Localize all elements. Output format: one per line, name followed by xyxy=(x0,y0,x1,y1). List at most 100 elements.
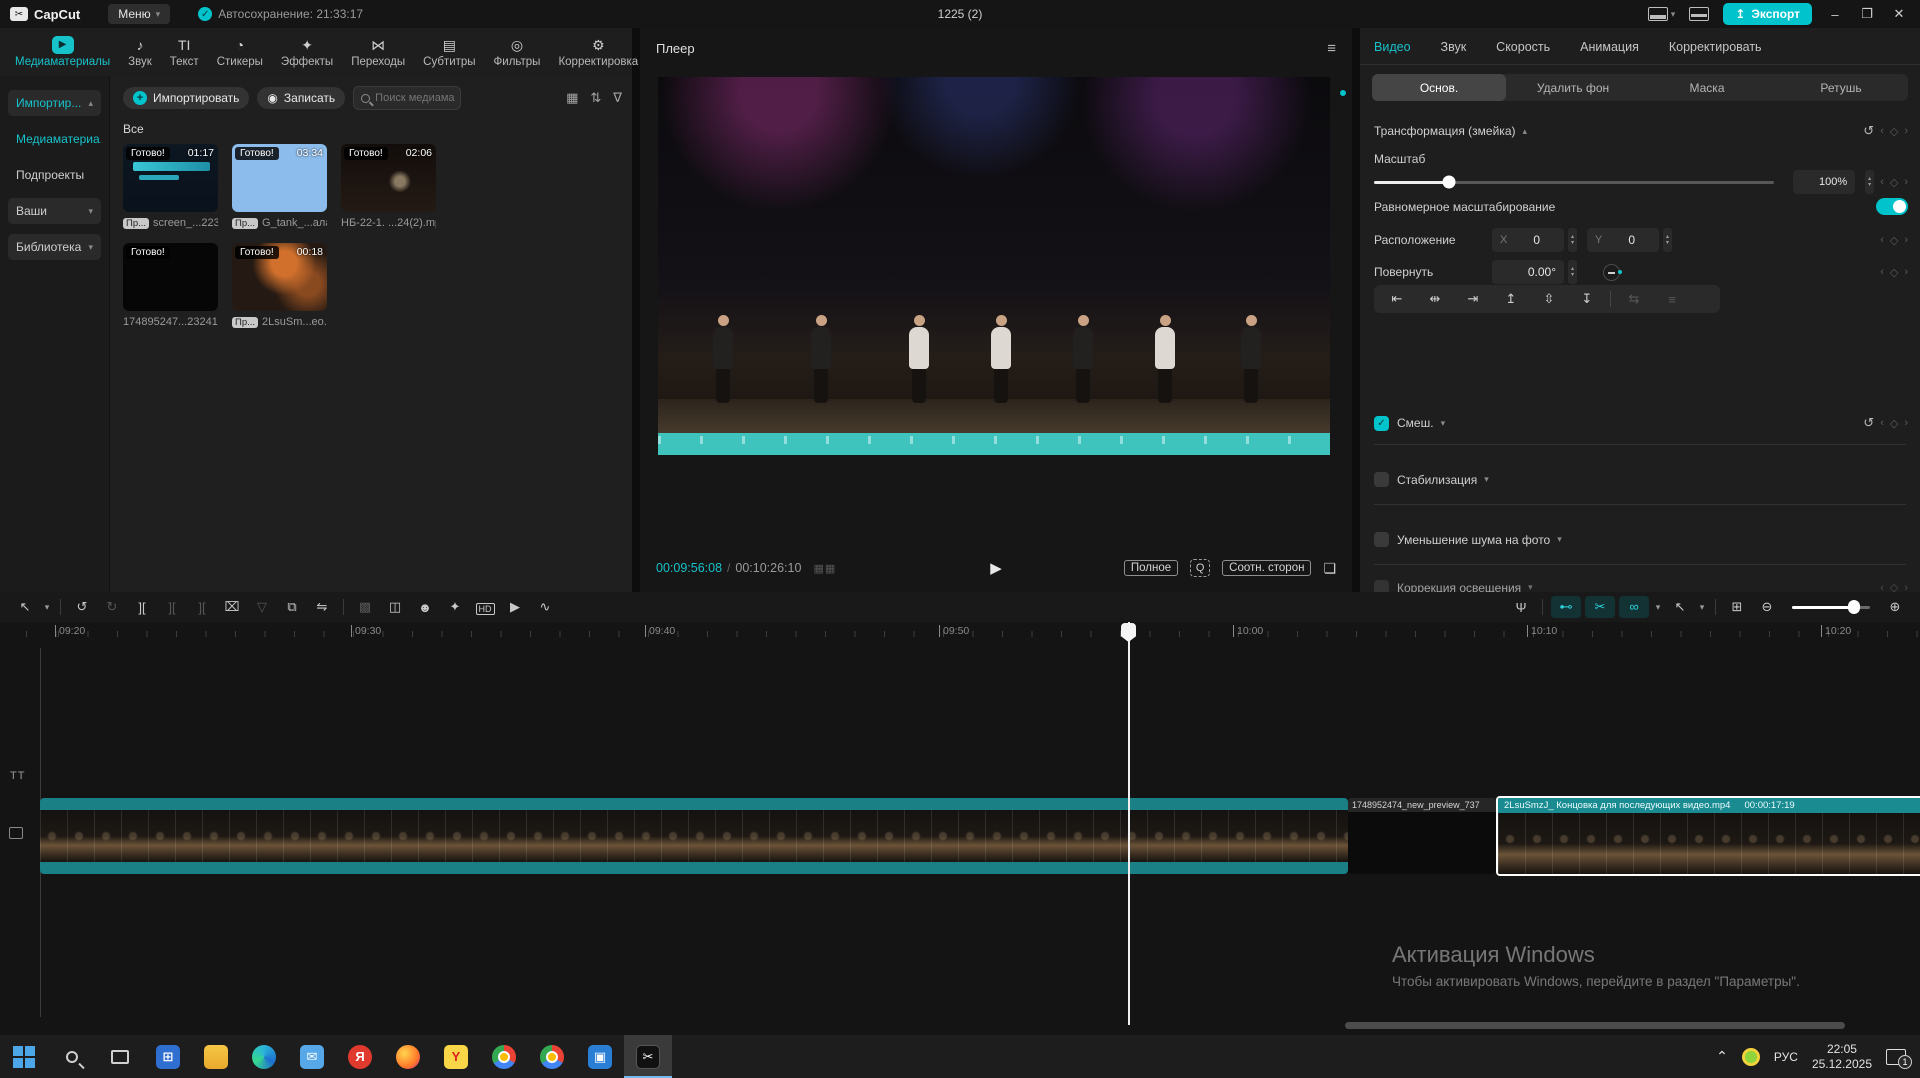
delete-icon[interactable]: ⌧ xyxy=(217,599,247,615)
compact-layout-icon[interactable] xyxy=(1689,7,1709,21)
stabilize-checkbox[interactable] xyxy=(1374,472,1389,487)
sidebar-item-library[interactable]: Библиотека ▾ xyxy=(8,234,101,260)
rotate-stepper[interactable]: ▴▾ xyxy=(1568,260,1577,284)
position-y-stepper[interactable]: ▴▾ xyxy=(1663,228,1672,252)
keyframe-prev-icon[interactable]: ‹ xyxy=(1880,176,1884,188)
keyframe-icon[interactable]: ◇ xyxy=(1890,417,1898,430)
frames-grid-icon[interactable]: ▦▦ xyxy=(813,562,836,575)
keyframe-next-icon[interactable]: › xyxy=(1904,582,1908,593)
media-item[interactable]: Готово! 03:34 Пр... G_tank_...ала.mp4 xyxy=(232,144,327,229)
props-tab-animation[interactable]: Анимация xyxy=(1580,40,1639,54)
import-button[interactable]: + Импортировать xyxy=(123,87,249,109)
taskbar-app-capcut[interactable]: ✂ xyxy=(624,1035,672,1078)
timeline-preview-icon[interactable]: ⊞ xyxy=(1722,599,1752,615)
crop-icon[interactable]: ⧉ xyxy=(277,599,307,615)
taskbar-app-yandex-music[interactable]: Y xyxy=(432,1035,480,1078)
taskbar-app-browser[interactable] xyxy=(480,1035,528,1078)
link-clips-icon[interactable]: ∞ xyxy=(1619,596,1649,618)
preview-zoom-icon[interactable]: Q xyxy=(1190,559,1210,577)
close-button[interactable]: ✕ xyxy=(1890,6,1908,22)
subtab-remove-bg[interactable]: Удалить фон xyxy=(1506,74,1640,101)
portrait-enhance-icon[interactable]: ☻ xyxy=(410,600,440,615)
media-thumbnail[interactable]: Готово! xyxy=(123,243,218,311)
scale-slider-knob[interactable] xyxy=(1443,176,1456,189)
media-search[interactable] xyxy=(353,86,461,110)
quality-selector[interactable]: Полное xyxy=(1124,560,1178,576)
clock[interactable]: 22:05 25.12.2025 xyxy=(1812,1042,1872,1072)
align-center-horizontal-icon[interactable]: ⇹ xyxy=(1418,291,1452,307)
start-button[interactable] xyxy=(0,1035,48,1078)
chevron-down-icon[interactable]: ▾ xyxy=(1651,602,1665,613)
transition-tool-icon[interactable]: ◫ xyxy=(380,599,410,615)
keyframe-prev-icon[interactable]: ‹ xyxy=(1880,125,1884,137)
tab-effects[interactable]: ✦ Эффекты xyxy=(274,36,340,68)
keyframe-icon[interactable]: ◇ xyxy=(1890,234,1898,247)
sidebar-item-import[interactable]: Импортир... ▴ xyxy=(8,90,101,116)
tab-adjust[interactable]: ⚙ Корректировка xyxy=(551,36,645,68)
taskbar-app-yandex[interactable]: Я xyxy=(336,1035,384,1078)
media-item[interactable]: Готово! 01:17 Пр... screen_...223.mp4 xyxy=(123,144,218,229)
keyframe-icon[interactable]: ◇ xyxy=(1890,176,1898,189)
taskbar-app-mail[interactable]: ✉ xyxy=(288,1035,336,1078)
keyframe-icon[interactable]: ◇ xyxy=(1890,266,1898,279)
player-menu-icon[interactable]: ≡ xyxy=(1327,40,1336,57)
chevron-up-icon[interactable]: ▴ xyxy=(1523,126,1528,137)
tab-filters[interactable]: ◎ Фильтры xyxy=(487,36,548,68)
keyframe-prev-icon[interactable]: ‹ xyxy=(1880,266,1884,278)
grid-view-icon[interactable]: ▦ xyxy=(566,90,578,106)
chevron-down-icon[interactable]: ▾ xyxy=(1441,418,1446,429)
fullscreen-icon[interactable]: ❏ xyxy=(1323,560,1336,577)
record-button[interactable]: ◉ Записать xyxy=(257,87,345,109)
subtab-mask[interactable]: Маска xyxy=(1640,74,1774,101)
props-tab-adjust[interactable]: Корректировать xyxy=(1669,40,1762,54)
taskbar-app-firefox[interactable] xyxy=(384,1035,432,1078)
timeline-zoom-slider[interactable] xyxy=(1792,606,1870,609)
ratio-selector[interactable]: Соотн. сторон xyxy=(1222,560,1311,576)
reset-icon[interactable]: ↺ xyxy=(1863,123,1874,139)
taskbar-app-edge[interactable] xyxy=(240,1035,288,1078)
filter-icon[interactable]: ∇ xyxy=(613,90,622,106)
subtab-retouch[interactable]: Ретушь xyxy=(1774,74,1908,101)
split-icon[interactable]: ][ xyxy=(127,600,157,615)
zoom-out-icon[interactable]: ⊖ xyxy=(1752,599,1782,615)
keyframe-next-icon[interactable]: › xyxy=(1904,417,1908,429)
chevron-down-icon[interactable]: ▾ xyxy=(1695,602,1709,613)
taskbar-search[interactable] xyxy=(48,1035,96,1078)
zoom-in-icon[interactable]: ⊕ xyxy=(1880,599,1910,615)
chevron-down-icon[interactable]: ▾ xyxy=(1528,582,1533,592)
video-preview[interactable] xyxy=(658,77,1330,455)
keyframe-next-icon[interactable]: › xyxy=(1904,266,1908,278)
tray-chevron-icon[interactable]: ⌃ xyxy=(1716,1048,1728,1065)
align-center-vertical-icon[interactable]: ⇳ xyxy=(1532,291,1566,307)
main-video-clip[interactable] xyxy=(40,798,1348,874)
media-item[interactable]: Готово! 00:18 Пр... 2LsuSm...eo.mp4 xyxy=(232,243,327,328)
undo-icon[interactable]: ↺ xyxy=(67,599,97,615)
props-tab-video[interactable]: Видео xyxy=(1374,40,1411,54)
taskbar-app-store[interactable]: ⊞ xyxy=(144,1035,192,1078)
taskbar-app-explorer[interactable] xyxy=(192,1035,240,1078)
taskbar-app-photos[interactable]: ▣ xyxy=(576,1035,624,1078)
tab-transitions[interactable]: ⋈ Переходы xyxy=(344,36,412,68)
position-x-field[interactable]: X 0 xyxy=(1492,228,1564,252)
play-button[interactable]: ▶ xyxy=(990,559,1002,577)
sidebar-item-subprojects[interactable]: Подпроекты xyxy=(8,162,101,188)
scale-slider[interactable] xyxy=(1374,181,1774,184)
scale-stepper[interactable]: ▴▾ xyxy=(1865,170,1874,194)
hd-icon[interactable]: HD xyxy=(476,603,495,615)
tab-audio[interactable]: ♪ Звук xyxy=(121,36,159,68)
denoise-checkbox[interactable] xyxy=(1374,532,1389,547)
position-x-stepper[interactable]: ▴▾ xyxy=(1568,228,1577,252)
tab-media[interactable]: ▶ Медиаматериалы xyxy=(8,36,117,68)
minimize-button[interactable]: – xyxy=(1826,7,1844,22)
timeline-horizontal-scrollbar[interactable] xyxy=(1345,1022,1845,1029)
keyframe-prev-icon[interactable]: ‹ xyxy=(1880,234,1884,246)
keyframe-prev-icon[interactable]: ‹ xyxy=(1880,417,1884,429)
auto-split-icon[interactable]: ✂ xyxy=(1585,596,1615,618)
chevron-down-icon[interactable]: ▾ xyxy=(1484,474,1489,485)
export-button[interactable]: ↥ Экспорт xyxy=(1723,3,1812,25)
media-thumbnail[interactable]: Готово! 01:17 xyxy=(123,144,218,212)
keyframe-next-icon[interactable]: › xyxy=(1904,234,1908,246)
antivirus-tray-icon[interactable] xyxy=(1742,1048,1760,1066)
video-track-icon[interactable] xyxy=(9,827,23,839)
video-enhance-icon[interactable]: ▶ xyxy=(500,599,530,615)
